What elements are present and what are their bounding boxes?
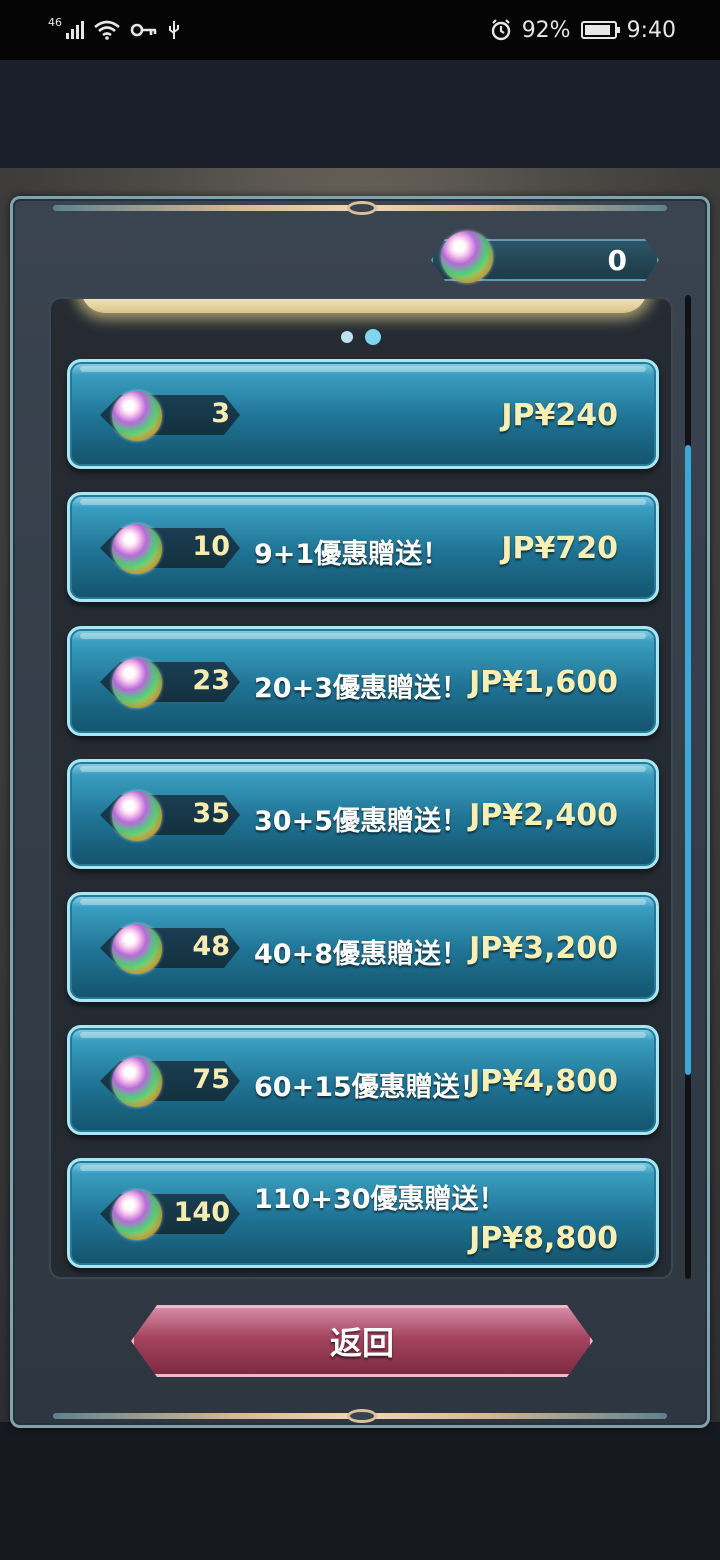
clock: 9:40 bbox=[626, 17, 676, 43]
offer-button-3[interactable]: 3 JP¥240 bbox=[67, 359, 659, 469]
offer-quantity: 23 bbox=[192, 665, 230, 696]
orb-icon bbox=[112, 791, 162, 841]
purchase-orbs-dialog: 0 3 JP¥240 10 9+1優惠贈送！ JP¥720 23 20+3優惠贈… bbox=[10, 196, 710, 1428]
banner-glow bbox=[81, 299, 647, 313]
network-type-label: 46 bbox=[48, 15, 62, 29]
offer-quantity: 3 bbox=[211, 398, 230, 429]
dialog-top-ornament bbox=[347, 201, 377, 215]
battery-percent: 92% bbox=[521, 17, 571, 43]
orb-icon bbox=[112, 1190, 162, 1240]
status-bar: 46 92% 9:40 bbox=[0, 0, 720, 60]
page-indicator bbox=[341, 329, 381, 345]
usb-icon bbox=[169, 21, 179, 39]
offer-button-10[interactable]: 10 9+1優惠贈送！ JP¥720 bbox=[67, 492, 659, 602]
offer-quantity: 48 bbox=[192, 931, 230, 962]
key-icon bbox=[130, 23, 157, 37]
offer-price: JP¥4,800 bbox=[469, 1064, 618, 1099]
orb-icon bbox=[112, 1057, 162, 1107]
offer-button-140[interactable]: 140 110+30優惠贈送！ JP¥8,800 bbox=[67, 1158, 659, 1268]
offer-bonus: 110+30優惠贈送！ bbox=[254, 1184, 506, 1215]
orb-icon bbox=[112, 924, 162, 974]
back-button[interactable]: 返回 bbox=[131, 1305, 593, 1377]
offer-bonus: 40+8優惠贈送！ bbox=[254, 939, 468, 970]
offer-bonus: 30+5優惠贈送！ bbox=[254, 806, 468, 837]
status-right: 92% 9:40 bbox=[490, 18, 676, 43]
orb-icon bbox=[441, 231, 493, 283]
orb-icon bbox=[112, 658, 162, 708]
offer-button-35[interactable]: 35 30+5優惠贈送！ JP¥2,400 bbox=[67, 759, 659, 869]
offer-price: JP¥720 bbox=[501, 531, 618, 566]
signal-icon bbox=[66, 21, 84, 39]
orb-icon bbox=[112, 391, 162, 441]
offer-price: JP¥1,600 bbox=[469, 665, 618, 700]
battery-icon bbox=[580, 21, 620, 39]
wifi-icon bbox=[94, 20, 120, 40]
alarm-icon bbox=[491, 19, 510, 41]
offer-quantity: 10 bbox=[192, 531, 230, 562]
offer-button-48[interactable]: 48 40+8優惠贈送！ JP¥3,200 bbox=[67, 892, 659, 1002]
orb-balance-value: 0 bbox=[607, 243, 627, 277]
offer-bonus: 20+3優惠贈送！ bbox=[254, 673, 468, 704]
status-left: 46 bbox=[48, 16, 180, 40]
offer-quantity: 140 bbox=[173, 1197, 230, 1228]
offer-button-23[interactable]: 23 20+3優惠贈送！ JP¥1,600 bbox=[67, 626, 659, 736]
back-button-label: 返回 bbox=[329, 1324, 394, 1362]
offer-price: JP¥8,800 bbox=[469, 1221, 618, 1256]
offer-price: JP¥2,400 bbox=[469, 798, 618, 833]
page-dot-2[interactable] bbox=[365, 329, 381, 345]
page-dot-1[interactable] bbox=[341, 331, 353, 343]
dialog-bottom-ornament bbox=[347, 1409, 377, 1423]
offer-quantity: 75 bbox=[192, 1064, 230, 1095]
offer-bonus: 9+1優惠贈送！ bbox=[254, 539, 450, 570]
offer-price: JP¥3,200 bbox=[469, 931, 618, 966]
offer-bonus: 60+15優惠贈送！ bbox=[254, 1072, 487, 1103]
offer-price: JP¥240 bbox=[501, 398, 618, 433]
offer-button-75[interactable]: 75 60+15優惠贈送！ JP¥4,800 bbox=[67, 1025, 659, 1135]
offer-quantity: 35 bbox=[192, 798, 230, 829]
bottom-background bbox=[0, 1422, 720, 1560]
orb-icon bbox=[112, 524, 162, 574]
scrollbar-thumb[interactable] bbox=[685, 445, 691, 1075]
